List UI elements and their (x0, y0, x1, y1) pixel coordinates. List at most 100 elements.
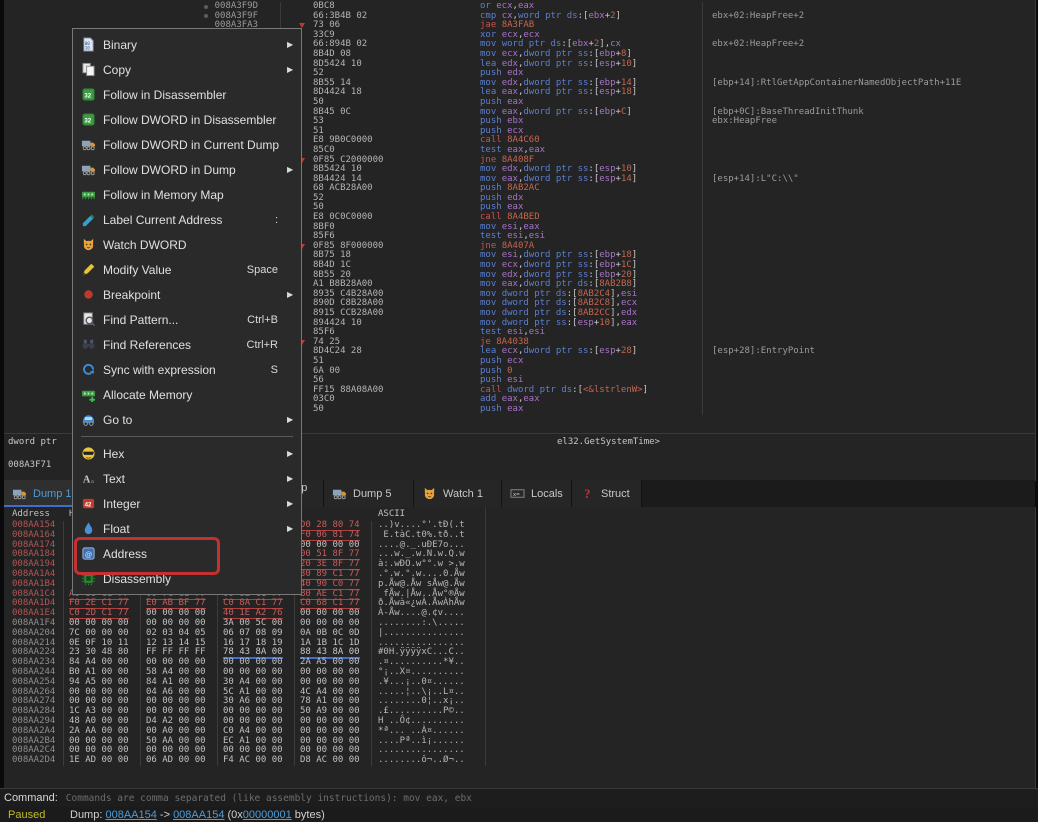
menu-item-follow-in-memory-map[interactable]: Follow in Memory Map (73, 182, 301, 207)
submenu-arrow-icon: ▶ (287, 474, 301, 483)
menu-item-label: Binary (103, 38, 287, 52)
menu-item-label: Address (103, 547, 287, 561)
submenu-arrow-icon: ▶ (287, 415, 301, 424)
menu-item-label: Copy (103, 63, 287, 77)
dump-hex-group: D8 AC 00 00 (295, 756, 372, 766)
menu-item-label: Follow DWORD in Dump (103, 163, 287, 177)
disasm-comment (703, 367, 1035, 377)
menu-separator (81, 436, 293, 437)
menu-item-label: Hex (103, 447, 287, 461)
dump-row[interactable]: 008AA2D41E AD 00 0006 AD 00 00F4 AC 00 0… (6, 756, 485, 766)
status-bar: Paused Dump: 008AA154 -> 008AA154 (0x000… (0, 807, 1038, 822)
locals-icon: x= (510, 486, 525, 501)
submenu-arrow-icon: ▶ (287, 524, 301, 533)
chip32-icon: 32 (81, 112, 96, 127)
context-menu: 0010Binary▶Copy▶32Follow in Disassembler… (72, 28, 302, 595)
disasm-comment (703, 357, 1035, 367)
menu-item-watch-dword[interactable]: Watch DWORD (73, 232, 301, 257)
menu-item-label: Integer (103, 497, 287, 511)
command-input[interactable] (64, 792, 1038, 805)
hex-icon (81, 446, 96, 461)
tab-dump-5[interactable]: Dump 5 (324, 480, 414, 507)
menu-item-go-to[interactable]: Go to▶ (73, 407, 301, 432)
dump-truck-icon (81, 137, 96, 152)
disasm-bytes: FF15 88A08A00 (313, 386, 480, 396)
svg-text:x=: x= (513, 492, 520, 498)
menu-item-float[interactable]: Float▶ (73, 516, 301, 541)
disasm-comment (703, 299, 1035, 309)
text-icon: Aa (81, 471, 96, 486)
float-icon (81, 521, 96, 536)
struct-icon: ? (580, 486, 595, 501)
menu-item-label-current-address[interactable]: Label Current Address: (73, 207, 301, 232)
disasm-comment (703, 242, 1035, 252)
menu-item-find-pattern[interactable]: Find Pattern...Ctrl+B (73, 307, 301, 332)
menu-item-allocate-memory[interactable]: Allocate Memory (73, 382, 301, 407)
disasm-comment: ebx+02:HeapFree+2 (703, 40, 1035, 50)
disasm-bytes: 53 (313, 117, 480, 127)
disasm-comment: [esp+14]:L"C:\\" (703, 175, 1035, 185)
menu-item-shortcut: : (275, 214, 278, 226)
menu-item-follow-dword-in-disassembler[interactable]: 32Follow DWORD in Disassembler (73, 107, 301, 132)
disasm-comment (703, 328, 1035, 338)
menu-item-text[interactable]: AaText▶ (73, 466, 301, 491)
status-address-link[interactable]: 00000001 (243, 809, 292, 821)
pencil-icon (81, 262, 96, 277)
menu-item-integer[interactable]: 42 Integer▶ (73, 491, 301, 516)
cat-icon (422, 486, 437, 501)
submenu-arrow-icon: ▶ (287, 65, 301, 74)
menu-item-breakpoint[interactable]: Breakpoint▶ (73, 282, 301, 307)
disasm-comment (703, 21, 1035, 31)
menu-item-find-references[interactable]: Find ReferencesCtrl+R (73, 332, 301, 357)
dump-truck-icon (12, 486, 27, 501)
sync-icon (81, 362, 96, 377)
menu-item-label: Find References (103, 338, 247, 352)
disasm-bytes: 73 06 (313, 21, 480, 31)
submenu-arrow-icon: ▶ (287, 165, 301, 174)
current-address: 008A3F71 (8, 460, 51, 470)
disasm-comment (703, 251, 1035, 261)
integer-icon: 42 (81, 496, 96, 511)
svg-text:10: 10 (84, 46, 90, 51)
breakpoint-dot-icon (204, 14, 208, 18)
disasm-comment (703, 280, 1035, 290)
status-text: bytes) (292, 809, 325, 821)
menu-item-disassembly[interactable]: Disassembly (73, 566, 301, 591)
breakpoint-dot-icon (204, 5, 208, 9)
disasm-bytes: 52 (313, 194, 480, 204)
menu-item-modify-value[interactable]: Modify ValueSpace (73, 257, 301, 282)
disasm-bytes: 50 (313, 405, 480, 415)
disasm-instruction: push ecx (480, 357, 703, 367)
menu-item-binary[interactable]: 0010Binary▶ (73, 32, 301, 57)
address-icon: @ (81, 546, 96, 561)
status-address-link[interactable]: 008AA154 (173, 809, 224, 821)
submenu-arrow-icon: ▶ (287, 449, 301, 458)
tab-label: Struct (601, 488, 630, 500)
disasm-bytes: 8D4C24 28 (313, 347, 480, 357)
submenu-arrow-icon: ▶ (287, 499, 301, 508)
tab-watch-1[interactable]: Watch 1 (414, 480, 502, 507)
menu-item-copy[interactable]: Copy▶ (73, 57, 301, 82)
menu-item-sync-with-expression[interactable]: Sync with expressionS (73, 357, 301, 382)
disasm-comment (703, 136, 1035, 146)
svg-text:A: A (82, 474, 90, 485)
disasm-bytes: E8 9B0C0000 (313, 136, 480, 146)
menu-item-follow-dword-in-current-dump[interactable]: Follow DWORD in Current Dump (73, 132, 301, 157)
tab-struct[interactable]: ? Struct (572, 480, 642, 507)
dump-ascii: ........ô¬..Ø¬.. (372, 756, 485, 766)
menu-item-hex[interactable]: Hex▶ (73, 441, 301, 466)
dump-truck-icon (81, 162, 96, 177)
menu-item-follow-in-disassembler[interactable]: 32Follow in Disassembler (73, 82, 301, 107)
disasm-comment (703, 271, 1035, 281)
menu-item-label: Allocate Memory (103, 388, 287, 402)
tab-locals[interactable]: x=Locals (502, 480, 572, 507)
disasm-comment (703, 395, 1035, 405)
menu-item-label: Follow in Disassembler (103, 88, 287, 102)
menu-item-label: Sync with expression (103, 363, 271, 377)
status-address-link[interactable]: 008AA154 (105, 809, 156, 821)
menu-item-follow-dword-in-dump[interactable]: Follow DWORD in Dump▶ (73, 157, 301, 182)
command-label: Command: (4, 792, 58, 804)
cat-icon (81, 237, 96, 252)
info-line-right: el32.GetSystemTime> (557, 437, 660, 447)
menu-item-address[interactable]: @ Address (73, 541, 301, 566)
